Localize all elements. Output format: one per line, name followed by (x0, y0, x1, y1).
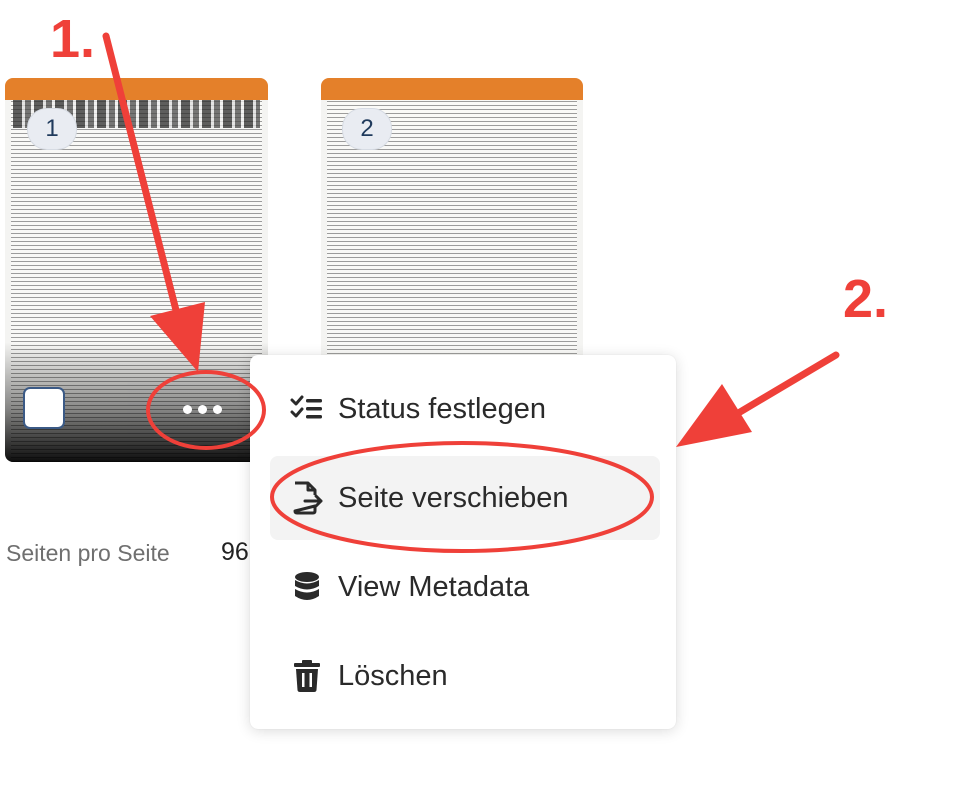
file-export-icon (286, 477, 328, 519)
thumbnail-status-bar (321, 78, 583, 100)
menu-item-label: View Metadata (338, 570, 530, 603)
menu-item-move-page[interactable]: Seite verschieben (270, 456, 660, 540)
arrow-2 (676, 351, 840, 447)
list-check-icon (286, 388, 328, 430)
menu-item-view-metadata[interactable]: View Metadata (270, 545, 660, 629)
menu-item-label: Seite verschieben (338, 481, 569, 514)
more-dots-icon (212, 404, 222, 414)
more-dots-icon (182, 404, 192, 414)
page-options-button[interactable] (171, 390, 233, 428)
page-select-checkbox[interactable] (23, 387, 65, 429)
menu-item-set-status[interactable]: Status festlegen (270, 367, 660, 451)
per-page-label: Seiten pro Seite (6, 540, 170, 566)
menu-item-label: Löschen (338, 659, 448, 692)
annotation-step-2: 2. (843, 269, 889, 329)
more-dots-icon (197, 404, 207, 414)
trash-icon (286, 655, 328, 697)
annotation-step-1: 1. (50, 9, 96, 69)
per-page-select[interactable]: 96 (221, 538, 249, 567)
thumbnail-status-bar (5, 78, 268, 100)
page-number-badge: 1 (27, 108, 77, 150)
page-context-menu: Status festlegen Seite verschieben View … (250, 355, 676, 729)
menu-item-label: Status festlegen (338, 392, 546, 425)
menu-item-delete[interactable]: Löschen (270, 634, 660, 718)
database-icon (286, 566, 328, 608)
page-number-badge: 2 (342, 108, 392, 150)
